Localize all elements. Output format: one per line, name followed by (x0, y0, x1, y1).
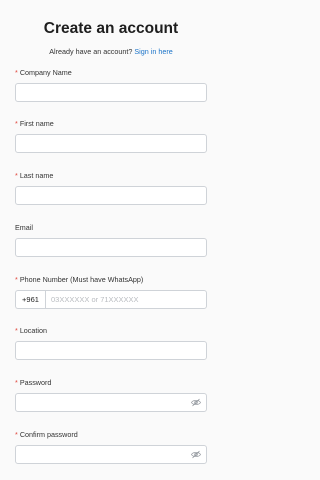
eye-off-icon[interactable] (191, 450, 201, 459)
required-marker: * (15, 430, 18, 439)
confirm-password-input[interactable] (15, 445, 207, 464)
location-input[interactable] (15, 341, 207, 360)
email-label: Email (15, 223, 207, 232)
first-name-input[interactable] (15, 134, 207, 153)
last-name-input[interactable] (15, 186, 207, 205)
email-field: Email (15, 223, 207, 257)
phone-label-text: Phone Number (Must have WhatsApp) (19, 275, 144, 284)
confirm-password-label: * Confirm password (15, 430, 207, 439)
phone-input[interactable] (45, 290, 207, 309)
password-input-wrap (15, 393, 207, 412)
signup-page: Create an account Already have an accoun… (0, 0, 222, 480)
confirm-password-label-text: Confirm password (19, 430, 78, 439)
signin-link[interactable]: Sign in here (134, 47, 172, 56)
required-marker: * (15, 275, 18, 284)
last-name-label-text: Last name (19, 171, 54, 180)
location-field: * Location (15, 326, 207, 360)
first-name-label: * First name (15, 119, 207, 128)
required-marker: * (15, 68, 18, 77)
eye-off-icon[interactable] (191, 398, 201, 407)
signin-prompt: Already have an account? Sign in here (15, 47, 207, 57)
country-code-prefix: +961 (15, 290, 45, 309)
phone-input-group: +961 (15, 290, 207, 309)
first-name-label-text: First name (19, 119, 54, 128)
company-name-label-text: Company Name (19, 68, 72, 77)
password-label: * Password (15, 378, 207, 387)
required-marker: * (15, 119, 18, 128)
location-label: * Location (15, 326, 207, 335)
password-field: * Password (15, 378, 207, 412)
confirm-password-input-wrap (15, 445, 207, 464)
confirm-password-field: * Confirm password (15, 430, 207, 464)
first-name-field: * First name (15, 119, 207, 153)
password-label-text: Password (19, 378, 52, 387)
company-name-input[interactable] (15, 83, 207, 102)
last-name-label: * Last name (15, 171, 207, 180)
page-title: Create an account (43, 20, 179, 37)
required-marker: * (15, 326, 18, 335)
location-label-text: Location (19, 326, 47, 335)
company-name-field: * Company Name (15, 68, 207, 102)
signin-prompt-text: Already have an account? (49, 47, 133, 56)
phone-field: * Phone Number (Must have WhatsApp) +961 (15, 275, 207, 309)
company-name-label: * Company Name (15, 68, 207, 77)
required-marker: * (15, 378, 18, 387)
required-marker: * (15, 171, 18, 180)
email-input[interactable] (15, 238, 207, 257)
email-label-text: Email (15, 223, 33, 232)
password-input[interactable] (15, 393, 207, 412)
phone-label: * Phone Number (Must have WhatsApp) (15, 275, 207, 284)
last-name-field: * Last name (15, 171, 207, 205)
